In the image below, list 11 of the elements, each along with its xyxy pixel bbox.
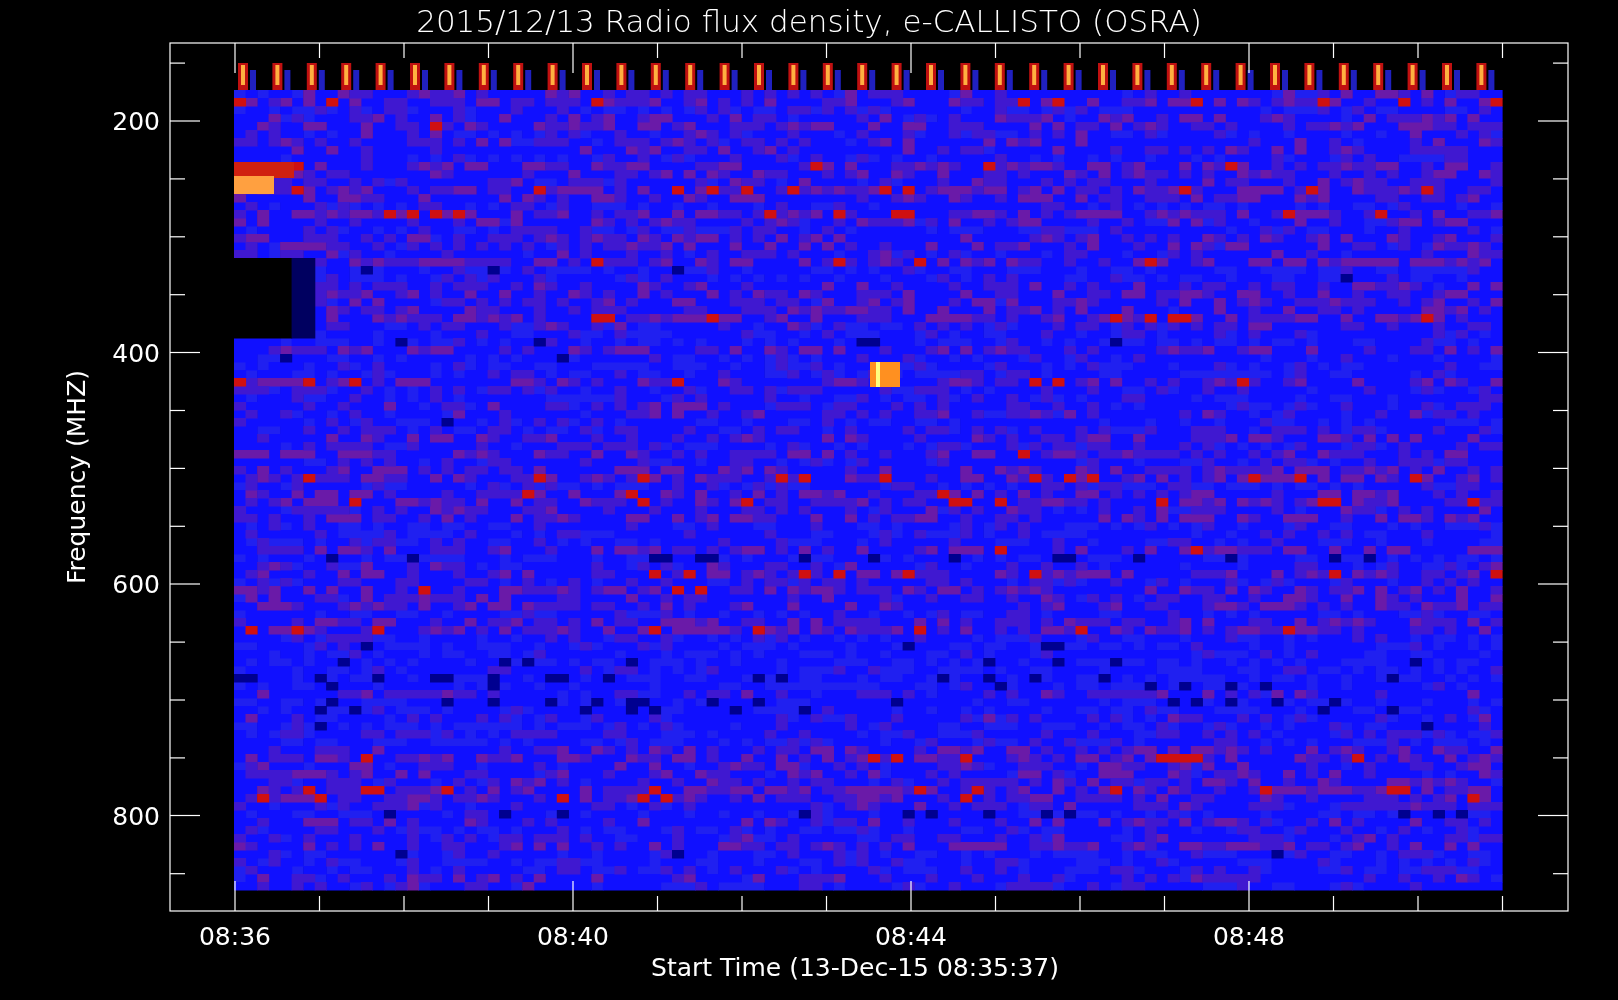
- x-tick-label: 08:40: [537, 922, 609, 951]
- y-tick-label: 200: [112, 107, 160, 136]
- x-tick-label: 08:44: [875, 922, 947, 951]
- x-tick-label: 08:36: [199, 922, 271, 951]
- x-axis-label: Start Time (13-Dec-15 08:35:37): [651, 953, 1059, 982]
- y-tick-label: 400: [112, 338, 160, 368]
- y-axis-label: Frequency (MHZ): [62, 369, 91, 585]
- y-tick-label: 600: [112, 570, 160, 599]
- plot-title: 2015/12/13 Radio flux density, e-CALLISTO (OSRA): [416, 3, 1202, 39]
- x-tick-label: 08:48: [1213, 922, 1285, 951]
- y-tick-label: 800: [112, 801, 160, 831]
